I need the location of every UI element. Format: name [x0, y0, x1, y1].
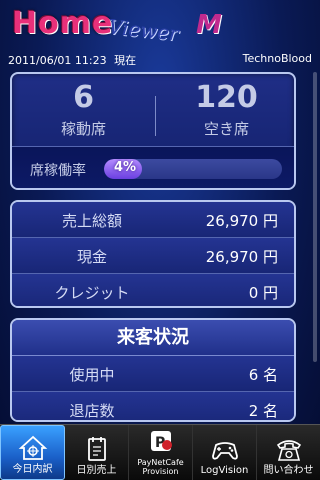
seat-counts: 6 稼動席 120 空き席 [12, 74, 294, 146]
occupancy-rate-bar: 4% [104, 159, 282, 179]
app-header: Home Viewer M 2011/06/01 11:23 現在 Techno… [0, 0, 320, 72]
occupancy-rate-row: 席稼働率 4% [12, 146, 294, 188]
tab-contact-label: 問い合わせ [263, 465, 314, 476]
visitors-left-value: 2 名 [248, 402, 278, 420]
sales-credit-row: クレジット 0 円 [12, 274, 294, 306]
visitors-in-use-value: 6 名 [248, 366, 278, 384]
sales-panel: 売上総額 26,970 円 現金 26,970 円 クレジット 0 円 [10, 200, 296, 308]
tab-paynetcafe-provision[interactable]: P PayNetCafe Provision [129, 425, 193, 480]
logo-m-text: M [196, 10, 222, 40]
empty-count: 120 [195, 80, 258, 115]
visitors-in-use-label: 使用中 [69, 366, 115, 384]
tab-contact[interactable]: 問い合わせ [257, 425, 320, 480]
scrollbar[interactable] [313, 72, 317, 362]
sales-total-label: 売上総額 [61, 212, 122, 230]
visitors-left-row: 退店数 2 名 [12, 392, 294, 420]
sales-cash-label: 現金 [76, 248, 107, 266]
in-use-count: 6 [73, 80, 94, 115]
sales-cash-row: 現金 26,970 円 [12, 238, 294, 274]
occupancy-rate-label: 席稼働率 [30, 163, 86, 179]
logo-viewer-text: Viewer [106, 14, 180, 46]
in-use-seats: 6 稼動席 [12, 78, 155, 139]
datetime-group: 2011/06/01 11:23 現在 [8, 52, 136, 68]
tab-logvision[interactable]: LogVision [193, 425, 257, 480]
tab-daily-sales-label: 日別売上 [76, 465, 117, 476]
tab-today-breakdown[interactable]: 今日内訳 [0, 425, 65, 480]
sales-total-value: 26,970 円 [205, 212, 278, 230]
sales-cash-value: 26,970 円 [205, 248, 278, 266]
paynetcafe-icon: P [150, 431, 172, 451]
bottom-tab-bar: 今日内訳 日別売上 P PayNetCafe Provision LogVisi… [0, 424, 320, 480]
sales-credit-label: クレジット [54, 284, 130, 302]
tab-today-breakdown-label: 今日内訳 [12, 464, 53, 475]
visitor-status-title: 来客状況 [12, 320, 294, 356]
tab-daily-sales[interactable]: 日別売上 [65, 425, 129, 480]
in-use-label: 稼動席 [60, 120, 106, 138]
sales-total-row: 売上総額 26,970 円 [12, 202, 294, 238]
empty-label: 空き席 [203, 120, 249, 138]
status-subbar: 2011/06/01 11:23 現在 TechnoBlood [8, 52, 312, 68]
sales-credit-value: 0 円 [248, 284, 278, 302]
datetime-text: 2011/06/01 11:23 [8, 54, 107, 67]
now-label: 現在 [114, 54, 137, 67]
tab-logvision-label: LogVision [200, 465, 249, 476]
calendar-icon [87, 437, 106, 461]
house-icon [18, 435, 47, 460]
visitor-status-panel: 来客状況 使用中 6 名 退店数 2 名 [10, 318, 296, 422]
telephone-icon [276, 440, 301, 461]
tab-paynetcafe-label: PayNetCafe [137, 458, 184, 467]
shop-name: TechnoBlood [242, 52, 312, 65]
gamepad-icon [211, 442, 238, 460]
visitors-left-label: 退店数 [69, 402, 115, 420]
empty-seats: 120 空き席 [155, 78, 294, 139]
logo-home-text: Home [12, 6, 114, 41]
tab-provision-label: Provision [142, 467, 179, 476]
seat-status-panel: 6 稼動席 120 空き席 席稼働率 4% [10, 72, 296, 190]
occupancy-rate-value: 4% [114, 160, 137, 175]
visitors-in-use-row: 使用中 6 名 [12, 356, 294, 392]
